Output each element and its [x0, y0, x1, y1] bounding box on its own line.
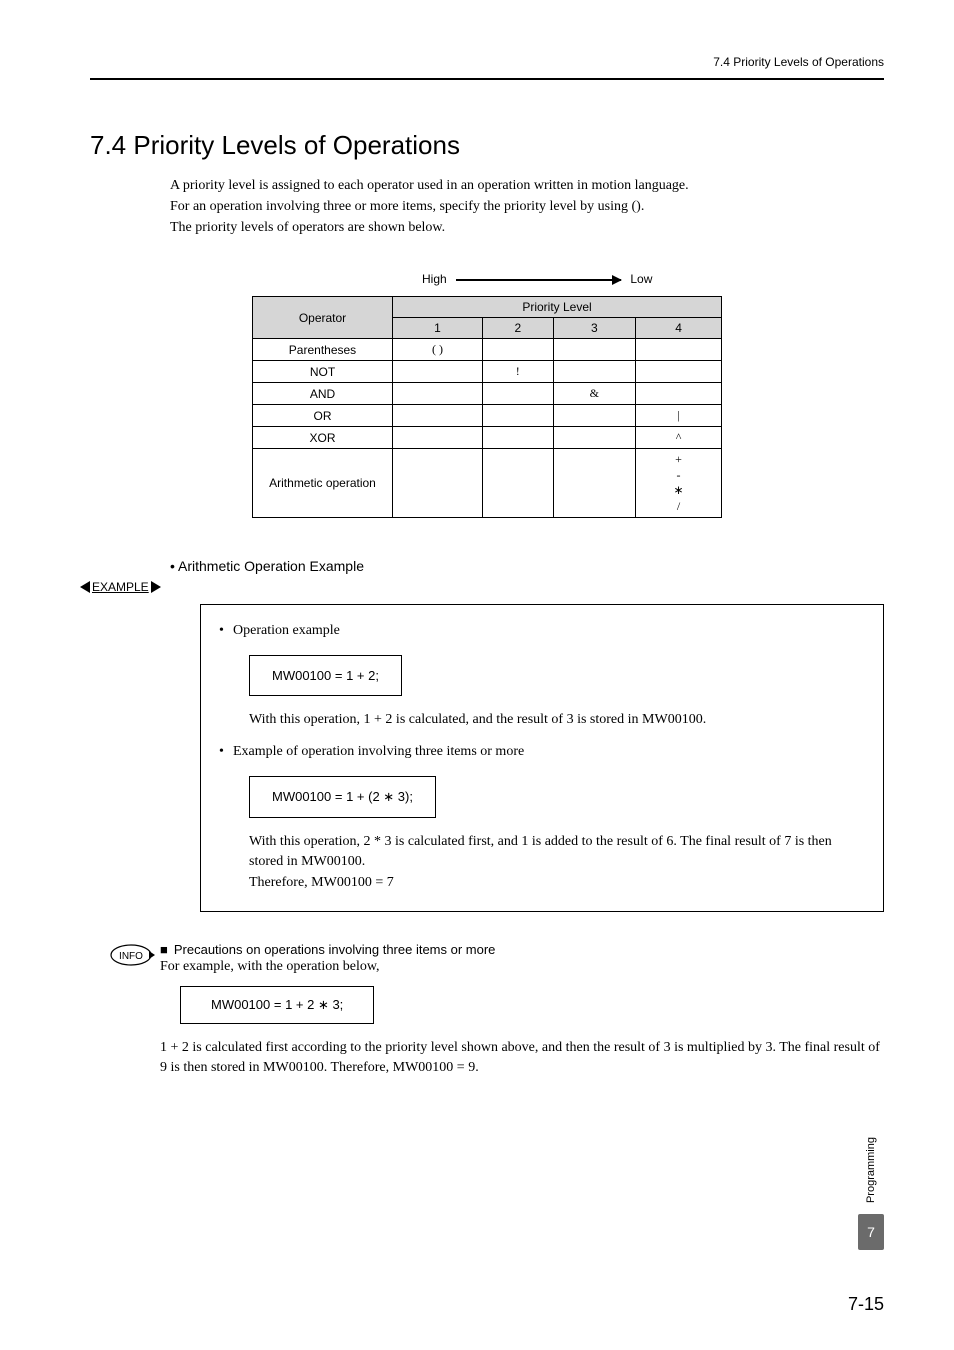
example-bullet-1-text: Operation example: [233, 623, 340, 639]
example-bullet-1: • Operation example: [219, 623, 859, 639]
bullet-icon: •: [219, 744, 233, 760]
val-cell: [393, 427, 483, 449]
intro-line-3: The priority levels of operators are sho…: [170, 217, 884, 238]
bullet-icon: •: [219, 623, 233, 639]
priority-table: Operator Priority Level 1 2 3 4 Parenthe…: [252, 296, 722, 518]
th-col-4: 4: [636, 318, 722, 339]
example-text-2a: With this operation, 2 * 3 is calculated…: [249, 832, 859, 871]
val-cell: [636, 361, 722, 383]
val-cell: [393, 405, 483, 427]
priority-table-wrapper: High Low Operator Priority Level 1 2 3 4…: [252, 272, 722, 518]
info-content: Precautions on operations involving thre…: [160, 942, 884, 1078]
info-lead: For example, with the operation below,: [160, 957, 884, 977]
intro-line-2: For an operation involving three or more…: [170, 196, 884, 217]
table-row: NOT !: [253, 361, 722, 383]
arrow-label-high: High: [422, 272, 447, 286]
side-tab-number: 7: [858, 1214, 884, 1250]
table-row: Parentheses ( ): [253, 339, 722, 361]
val-cell: &: [553, 383, 636, 405]
val-cell: [393, 449, 483, 518]
info-body-text: 1 + 2 is calculated first according to t…: [160, 1038, 884, 1077]
example-badge: EXAMPLE: [80, 580, 884, 594]
val-cell: |: [636, 405, 722, 427]
val-cell: ( ): [393, 339, 483, 361]
intro-paragraph: A priority level is assigned to each ope…: [170, 175, 884, 238]
th-operator: Operator: [253, 297, 393, 339]
priority-arrow: High Low: [422, 272, 672, 286]
table-row: Arithmetic operation + - ∗ /: [253, 449, 722, 518]
val-cell: [483, 449, 554, 518]
table-row: OR |: [253, 405, 722, 427]
val-cell: [483, 339, 554, 361]
table-row: XOR ^: [253, 427, 722, 449]
info-code-box: MW00100 = 1 + 2 ∗ 3;: [180, 986, 374, 1024]
example-box: • Operation example MW00100 = 1 + 2; Wit…: [200, 604, 884, 911]
triangle-left-icon: [80, 581, 90, 593]
table-row: AND &: [253, 383, 722, 405]
arrow-icon: [456, 279, 621, 281]
val-cell: [393, 361, 483, 383]
val-cell: [553, 427, 636, 449]
op-cell: XOR: [253, 427, 393, 449]
header-section-ref: 7.4 Priority Levels of Operations: [713, 55, 884, 69]
val-cell: + - ∗ /: [636, 449, 722, 518]
header-rule: [90, 78, 884, 80]
triangle-right-icon: [151, 581, 161, 593]
example-heading: • Arithmetic Operation Example: [170, 558, 884, 574]
page-number: 7-15: [848, 1294, 884, 1315]
info-block: INFO Precautions on operations involving…: [110, 942, 884, 1078]
intro-line-1: A priority level is assigned to each ope…: [170, 175, 884, 196]
val-cell: [553, 449, 636, 518]
val-cell: [483, 405, 554, 427]
val-cell: [483, 427, 554, 449]
val-cell: !: [483, 361, 554, 383]
th-col-1: 1: [393, 318, 483, 339]
info-icon-label: INFO: [119, 951, 143, 962]
val-cell: [393, 383, 483, 405]
section-title: 7.4 Priority Levels of Operations: [90, 130, 884, 161]
op-cell: Arithmetic operation: [253, 449, 393, 518]
th-col-3: 3: [553, 318, 636, 339]
val-cell: [636, 383, 722, 405]
example-bullet-2-text: Example of operation involving three ite…: [233, 744, 524, 760]
code-box-1: MW00100 = 1 + 2;: [249, 655, 402, 696]
val-cell: [553, 361, 636, 383]
example-badge-label: EXAMPLE: [92, 580, 149, 594]
val-cell: [553, 405, 636, 427]
val-cell: [483, 383, 554, 405]
op-cell: OR: [253, 405, 393, 427]
val-cell: [636, 339, 722, 361]
arrow-label-low: Low: [630, 272, 652, 286]
info-icon: INFO: [110, 942, 160, 1078]
info-title: Precautions on operations involving thre…: [160, 942, 884, 957]
op-cell: AND: [253, 383, 393, 405]
code-box-2: MW00100 = 1 + (2 ∗ 3);: [249, 776, 436, 818]
example-bullet-2: • Example of operation involving three i…: [219, 744, 859, 760]
th-priority-level: Priority Level: [393, 297, 722, 318]
op-cell: NOT: [253, 361, 393, 383]
val-cell: [553, 339, 636, 361]
side-tab-label: Programming: [865, 1137, 877, 1203]
th-col-2: 2: [483, 318, 554, 339]
val-cell: ^: [636, 427, 722, 449]
example-text-2b: Therefore, MW00100 = 7: [249, 873, 859, 893]
op-cell: Parentheses: [253, 339, 393, 361]
example-text-1: With this operation, 1 + 2 is calculated…: [249, 710, 859, 730]
side-tab: Programming 7: [858, 1137, 884, 1250]
